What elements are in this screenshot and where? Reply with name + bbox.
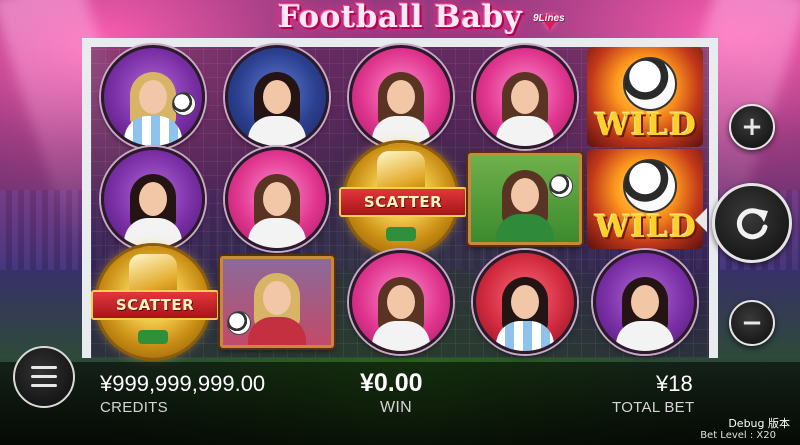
hamburger-icon (31, 366, 57, 369)
player-portrait (494, 66, 556, 146)
credits-value: ¥999,999,999.00 (100, 371, 266, 396)
reel-3-row-3 (343, 249, 459, 354)
reel-2-row-1 (219, 44, 335, 149)
player-portrait (614, 271, 676, 351)
bet-level-label: Bet Level : X20 (700, 430, 776, 441)
reel-1-row-3: SCATTER (91, 245, 219, 358)
player-portrait (246, 168, 308, 248)
credits-label: CREDITS (100, 399, 168, 416)
plus-icon: + (741, 112, 763, 142)
win-value: ¥0.00 (360, 369, 423, 397)
reel-3-row-1 (343, 44, 459, 149)
reel-1-row-1 (95, 44, 211, 149)
reel-2-row-3 (219, 250, 335, 353)
player-photo-symbol (220, 255, 334, 348)
player-portrait (122, 168, 184, 248)
player-portrait (494, 164, 556, 242)
wild-label: WILD (595, 208, 697, 245)
scatter-label: SCATTER (339, 186, 467, 217)
reel-5-row-2: WILD (587, 147, 703, 250)
scatter-label: SCATTER (91, 289, 219, 320)
player-symbol (101, 146, 205, 251)
reel-4-row-2 (467, 147, 583, 250)
player-symbol (473, 249, 577, 354)
football-icon (623, 56, 677, 111)
player-symbol (593, 249, 697, 354)
reel-1-row-2 (95, 146, 211, 251)
football-icon (172, 91, 196, 116)
minus-icon: − (741, 308, 763, 338)
player-symbol (101, 44, 205, 149)
wild-label: WILD (595, 106, 697, 143)
scatter-symbol: SCATTER (339, 142, 467, 255)
debug-label: Debug 版本 (728, 417, 790, 430)
player-symbol (349, 44, 453, 149)
reel-5-row-3 (587, 249, 703, 354)
football-icon (549, 173, 573, 198)
win-label: WIN (380, 399, 413, 416)
player-symbol (225, 44, 329, 149)
reel-4-row-1 (467, 44, 583, 149)
reel-5-row-1: WILD (587, 45, 703, 148)
game-lines-badge: 9Lines (533, 13, 565, 24)
increase-bet-button[interactable]: + (729, 104, 775, 150)
player-portrait (494, 271, 556, 351)
player-symbol (225, 146, 329, 251)
spin-button[interactable] (712, 183, 792, 263)
wild-symbol: WILD (587, 148, 703, 249)
reel-grid: SCATTER SCATTER WILD WILD (91, 44, 705, 375)
spin-arrow-hint (695, 208, 707, 232)
player-photo-symbol (468, 152, 582, 245)
player-symbol (473, 44, 577, 149)
football-icon (227, 310, 251, 335)
football-icon (623, 158, 677, 213)
player-portrait (370, 66, 432, 146)
player-portrait (246, 267, 308, 345)
player-portrait (370, 271, 432, 351)
game-title: Football Baby (277, 0, 523, 35)
reel-2-row-2 (219, 146, 335, 251)
total-bet-label: TOTAL BET (612, 399, 695, 416)
wild-symbol: WILD (587, 46, 703, 147)
game-stage: Football Baby ♥ 9Lines SCATTER SCATTER W… (0, 0, 800, 445)
menu-button[interactable] (13, 346, 75, 408)
reel-3-row-2: SCATTER (339, 142, 467, 255)
decrease-bet-button[interactable]: − (729, 300, 775, 346)
player-symbol (349, 249, 453, 354)
total-bet-value: ¥18 (656, 371, 693, 396)
scatter-symbol: SCATTER (91, 245, 219, 358)
refresh-icon (736, 208, 768, 240)
reel-4-row-3 (467, 249, 583, 354)
player-portrait (246, 66, 308, 146)
